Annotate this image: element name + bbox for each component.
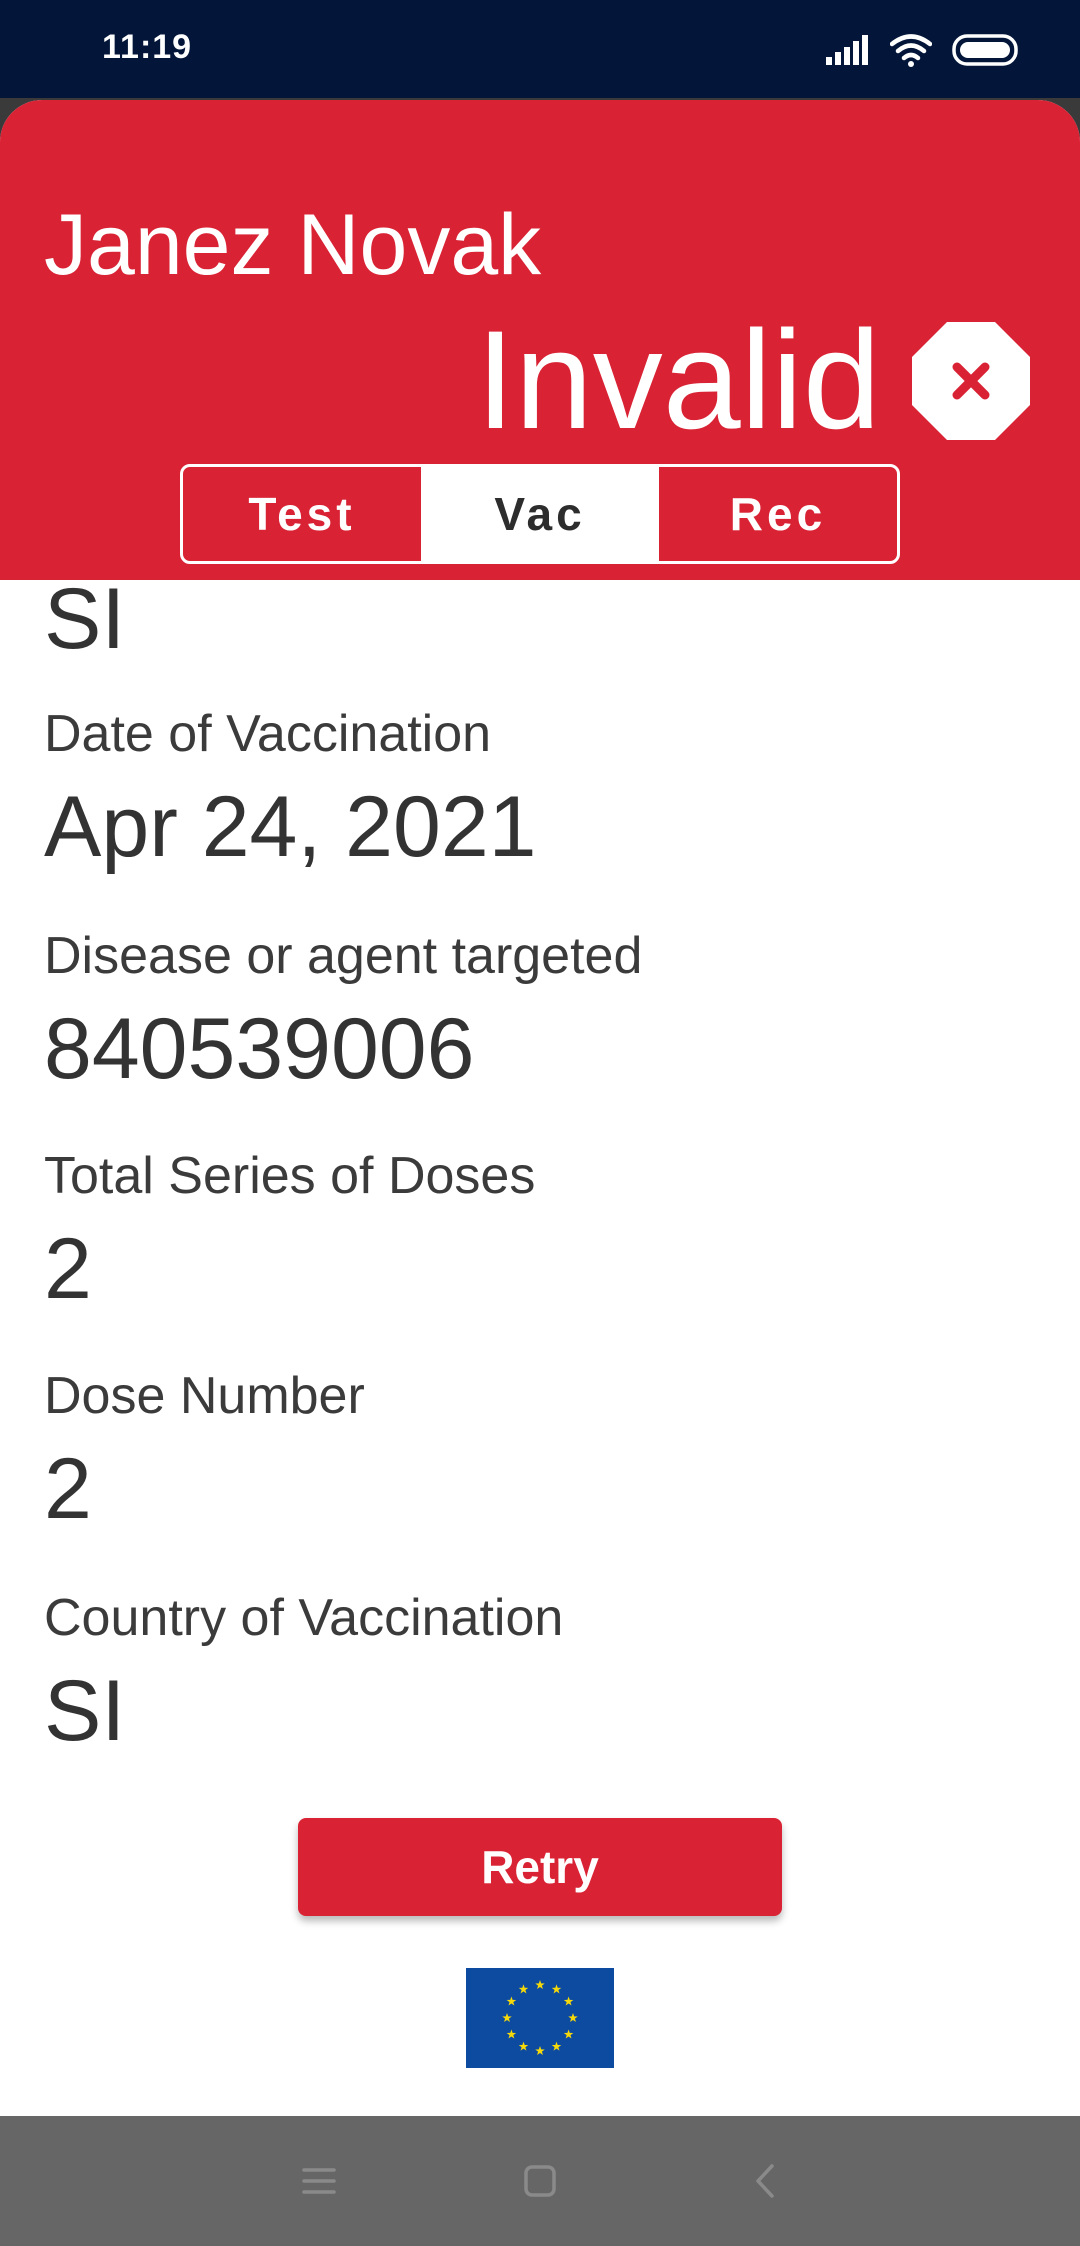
certificate-type-tabs: Test Vac Rec: [180, 464, 900, 564]
home-icon[interactable]: [515, 2156, 565, 2206]
field-label-date-of-vaccination: Date of Vaccination: [44, 705, 492, 763]
certificate-sheet: Janez Novak Invalid Test Vac Rec SI Date…: [0, 100, 1080, 2116]
system-nav-bar: [0, 2116, 1080, 2246]
field-label-total-series: Total Series of Doses: [44, 1147, 536, 1205]
field-value-date-of-vaccination: Apr 24, 2021: [44, 779, 537, 875]
field-value-dose-number: 2: [44, 1441, 92, 1537]
status-time: 11:19: [102, 28, 193, 66]
status-bar: 11:19: [0, 0, 1080, 98]
field-label-country-of-vaccination: Country of Vaccination: [44, 1589, 564, 1647]
status-icons: [826, 30, 1022, 70]
retry-button[interactable]: Retry: [298, 1818, 782, 1916]
invalid-octagon-icon: [912, 322, 1030, 440]
field-value-disease-targeted: 840539006: [44, 1001, 475, 1097]
eu-flag-icon: [466, 1968, 614, 2068]
menu-icon[interactable]: [294, 2156, 344, 2206]
field-value-country-of-vaccination: SI: [44, 1663, 126, 1759]
tab-test[interactable]: Test: [183, 467, 421, 561]
validity-status: Invalid: [476, 301, 881, 458]
wifi-icon: [890, 34, 932, 67]
battery-icon: [952, 34, 1018, 66]
signal-icon: [826, 35, 868, 65]
field-label-dose-number: Dose Number: [44, 1367, 365, 1425]
field-label-disease-targeted: Disease or agent targeted: [44, 927, 643, 985]
back-icon[interactable]: [742, 2156, 792, 2206]
result-header: Janez Novak Invalid Test Vac Rec: [0, 100, 1080, 580]
field-value-total-series: 2: [44, 1221, 92, 1317]
tab-vac[interactable]: Vac: [421, 467, 659, 561]
partial-field-value: SI: [44, 571, 126, 667]
holder-name: Janez Novak: [44, 197, 542, 293]
tab-rec[interactable]: Rec: [659, 467, 897, 561]
